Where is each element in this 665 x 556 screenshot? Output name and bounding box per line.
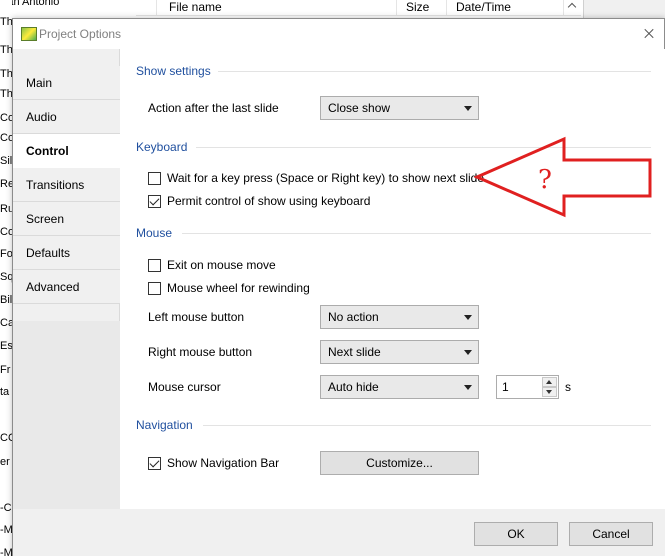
background-list-item: -M [0,547,12,556]
tab-transitions[interactable]: Transitions [13,168,120,202]
tab-advanced[interactable]: Advanced [13,270,120,304]
action-after-last-slide-select[interactable]: Close show [320,96,479,120]
spinner-down-icon[interactable] [542,387,557,397]
tab-control[interactable]: Control [13,134,121,168]
background-list-fragments: Th Th Th Th Co Co Sil Re Ru Co Fo Sq Bil Ca Es Fr ta CO er… [0,0,12,556]
action-after-last-slide-value: Close show [328,101,391,115]
left-mouse-button-value: No action [328,310,379,324]
tab-defaults[interactable]: Defaults [13,236,120,270]
background-list-item: Fr [0,364,11,376]
wait-key-press-checkbox[interactable] [148,172,161,185]
background-list-item: Th [0,44,12,56]
show-navigation-bar-label[interactable]: Show Navigation Bar [167,456,279,470]
show-navigation-bar-checkbox[interactable] [148,457,161,470]
left-mouse-button-select[interactable]: No action [320,305,479,329]
background-list-item: Sil [0,155,12,167]
background-list-item: Sq [0,271,12,283]
divider [218,71,651,72]
group-title-show-settings: Show settings [136,64,211,78]
control-panel: Show settings Action after the last slid… [120,49,665,509]
exit-on-mouse-move-checkbox[interactable] [148,259,161,272]
right-mouse-button-select[interactable]: Next slide [320,340,479,364]
group-title-navigation: Navigation [136,418,193,432]
dialog-title: Project Options [39,27,122,41]
divider [182,233,651,234]
background-list-item: Bil [0,294,12,306]
cursor-hide-seconds-spinner[interactable]: 1 [496,375,559,399]
left-mouse-button-label: Left mouse button [148,310,245,324]
customize-button[interactable]: Customize... [320,451,479,475]
tab-audio[interactable]: Audio [13,100,120,134]
options-tabs: Main Audio Control Transitions Screen De… [13,49,121,509]
background-list-item: Ca [0,317,12,329]
project-options-dialog: Project Options Main Audio Control Trans… [12,18,665,556]
background-list-item: CO [0,432,12,444]
group-title-keyboard: Keyboard [136,140,188,154]
action-after-last-slide-label: Action after the last slide [148,101,279,115]
background-list-item: Co [0,132,12,144]
mouse-cursor-value: Auto hide [328,380,379,394]
column-date-time[interactable]: Date/Time [456,0,511,14]
background-list-item: er [0,456,10,468]
background-list-item: Th [0,88,12,100]
permit-keyboard-control-checkbox[interactable] [148,195,161,208]
exit-on-mouse-move-label[interactable]: Exit on mouse move [167,258,276,272]
background-list-item: -C [0,502,12,514]
background-list-item: Fo [0,248,12,260]
dialog-button-bar: OK Cancel [13,509,665,556]
divider [203,425,651,426]
close-icon[interactable] [634,19,664,49]
tab-main[interactable]: Main [13,66,120,100]
dialog-titlebar[interactable]: Project Options [13,19,664,49]
background-list-item: Es [0,340,12,352]
permit-keyboard-control-label[interactable]: Permit control of show using keyboard [167,194,370,208]
wait-key-press-label[interactable]: Wait for a key press (Space or Right key… [167,171,484,185]
background-list-item: Re [0,178,12,190]
background-list-item: Co [0,112,12,124]
scroll-up-icon[interactable] [563,0,581,16]
annotation-arrow-icon: ? [474,136,652,218]
group-title-mouse: Mouse [136,226,173,240]
annotation-question-mark: ? [538,165,552,195]
spinner-up-icon[interactable] [542,377,557,387]
background-list-item: Co [0,226,12,238]
background-list-item: -M [0,524,12,536]
mouse-cursor-label: Mouse cursor [148,380,221,394]
background-list-item: Th [0,16,12,28]
mouse-wheel-rewind-label[interactable]: Mouse wheel for rewinding [167,281,310,295]
mouse-cursor-select[interactable]: Auto hide [320,375,479,399]
background-list-item: Ru [0,203,12,215]
chevron-down-icon [464,106,472,111]
background-list-item: ta [0,386,10,398]
column-size[interactable]: Size [406,0,429,14]
right-mouse-button-value: Next slide [328,345,381,359]
cursor-hide-seconds-value[interactable]: 1 [502,380,509,394]
chevron-down-icon [464,385,472,390]
column-file-name[interactable]: File name [169,0,222,14]
cancel-button[interactable]: Cancel [569,522,653,546]
file-list-header: File name Size Date/Time [136,0,581,16]
right-mouse-button-label: Right mouse button [148,345,253,359]
ok-button[interactable]: OK [474,522,558,546]
seconds-unit-label: s [565,380,571,394]
app-icon [21,27,37,41]
chevron-down-icon [464,315,472,320]
tab-screen[interactable]: Screen [13,202,120,236]
background-panel [583,0,665,20]
tabs-empty-area [13,321,120,509]
background-list-item: Th [0,68,12,80]
chevron-down-icon [464,350,472,355]
mouse-wheel-rewind-checkbox[interactable] [148,282,161,295]
